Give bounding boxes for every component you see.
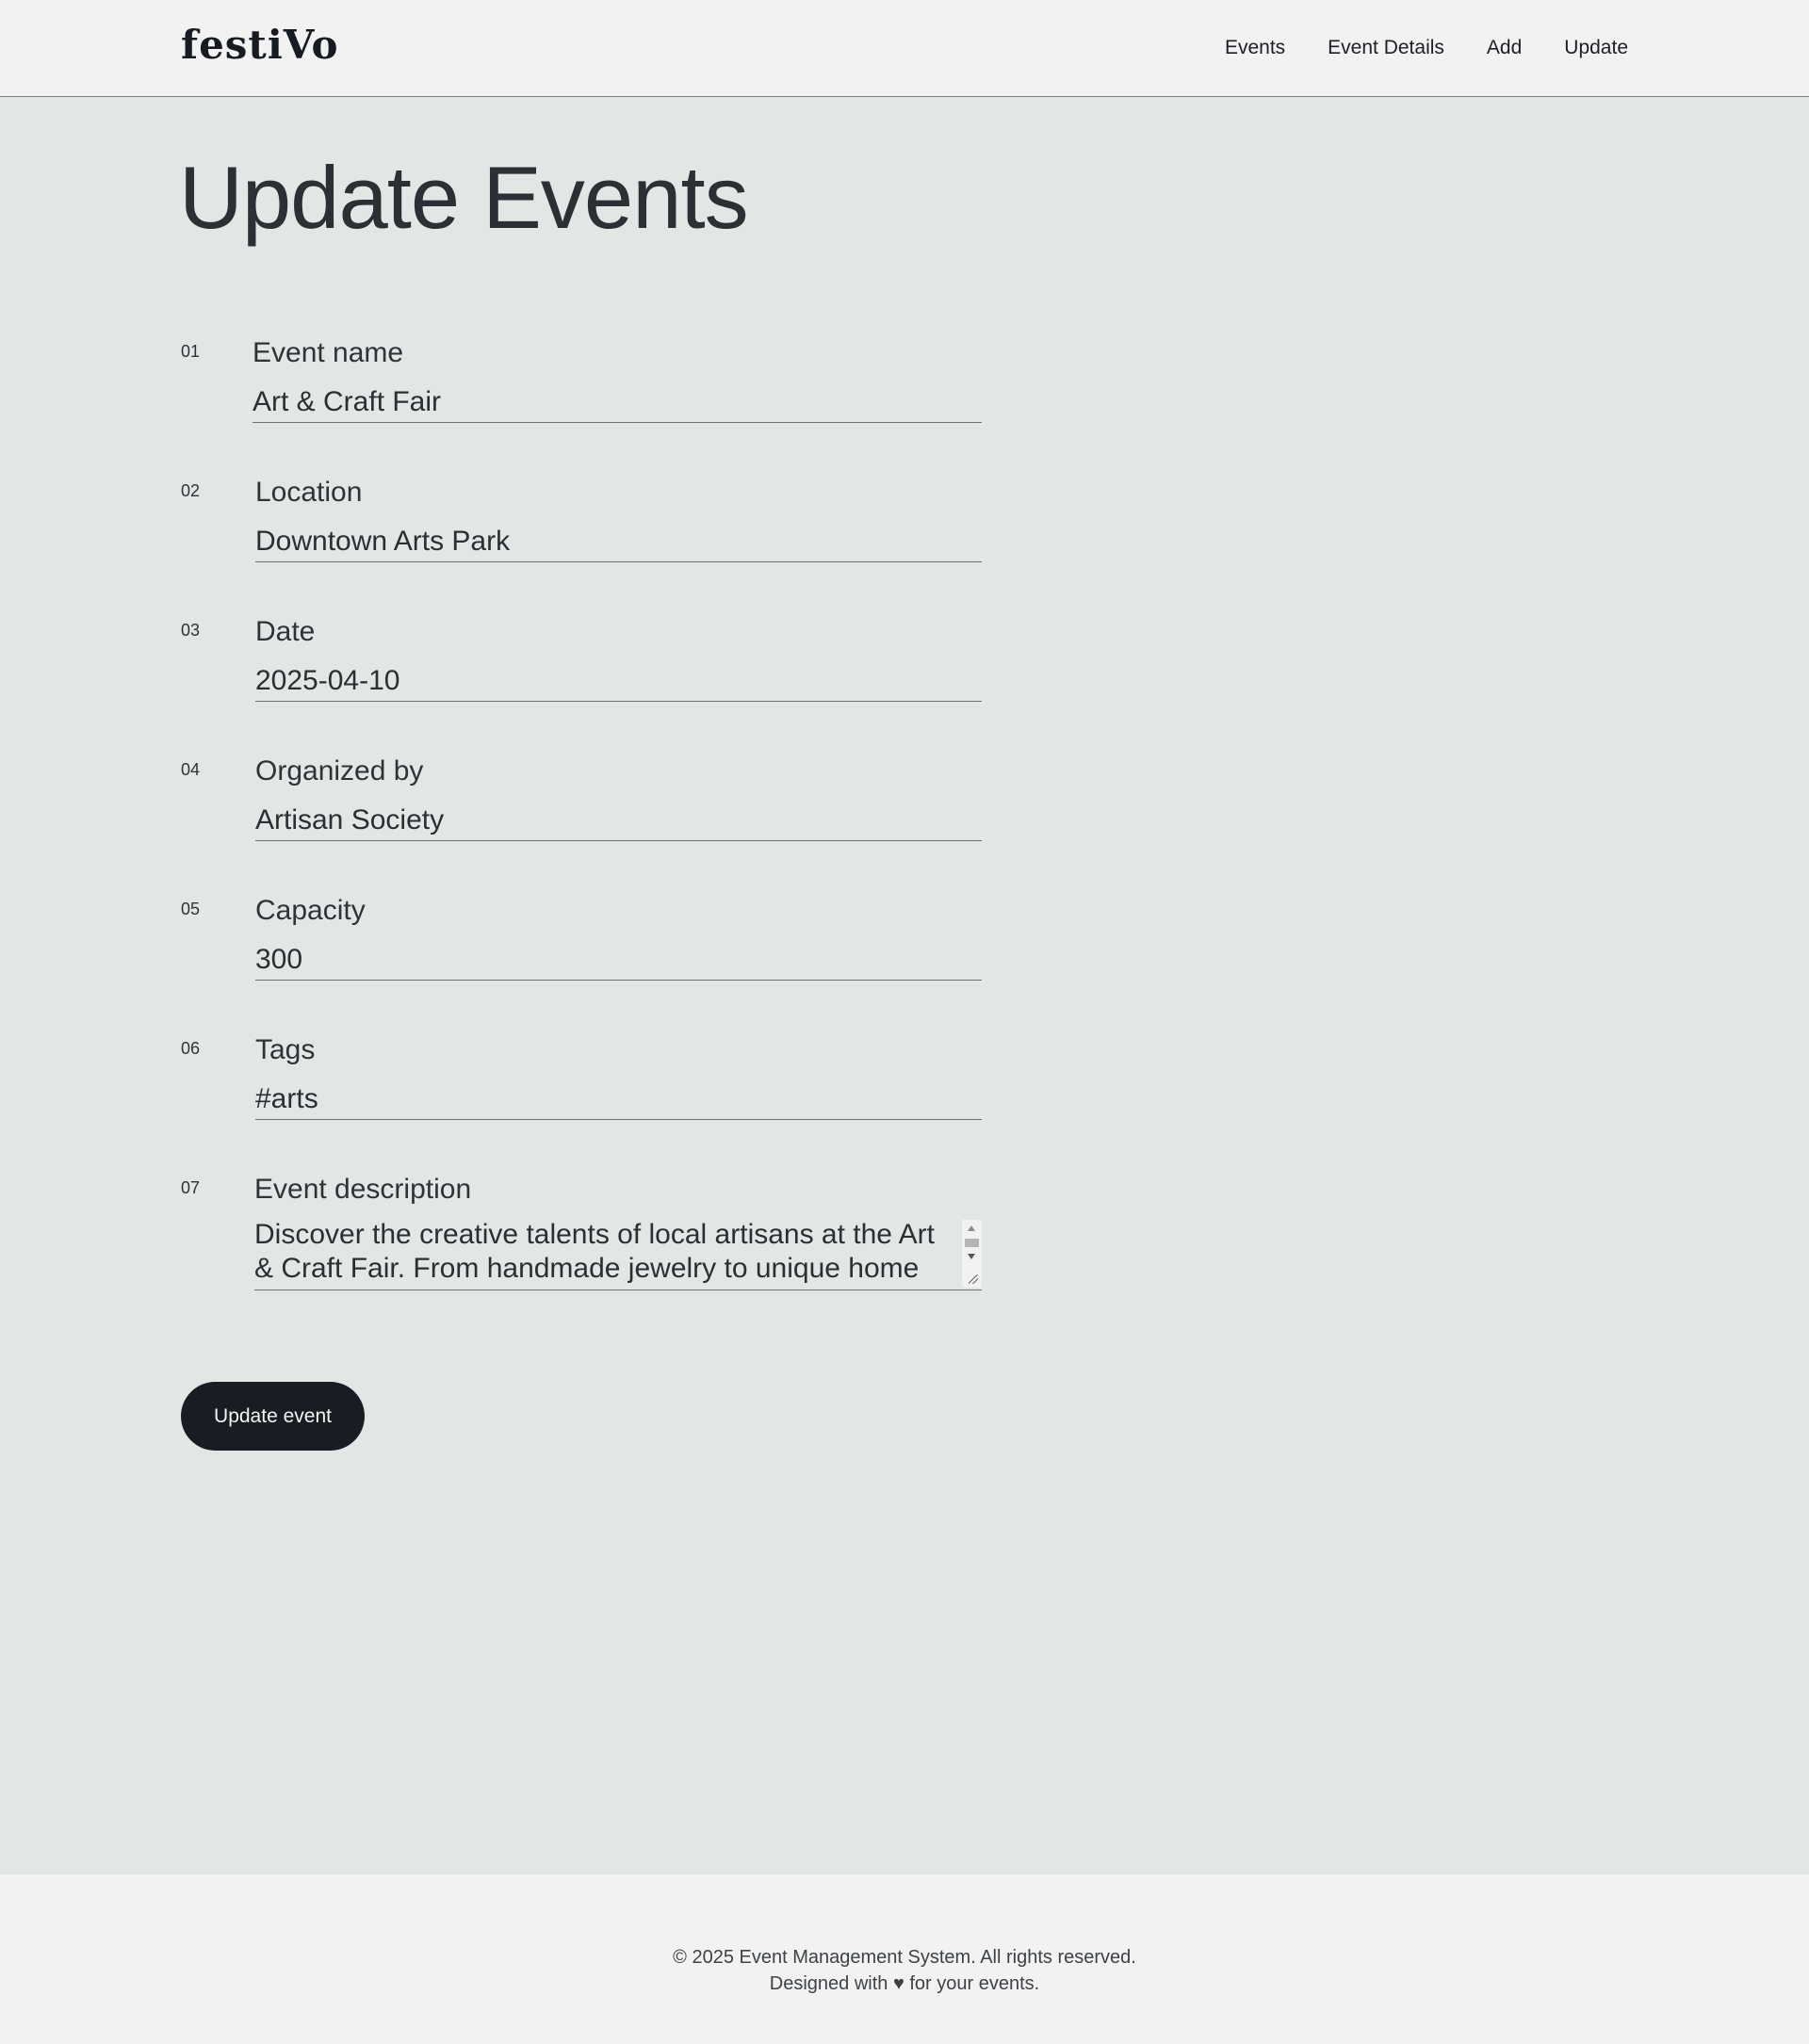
event-name-label: Event name bbox=[253, 337, 404, 368]
field-number: 03 bbox=[181, 621, 201, 640]
tags-input[interactable] bbox=[255, 1079, 982, 1120]
nav-update-link[interactable]: Update bbox=[1564, 34, 1628, 62]
nav-add-link[interactable]: Add bbox=[1487, 34, 1522, 62]
capacity-input[interactable] bbox=[255, 939, 982, 981]
brand-logo[interactable]: festiVo bbox=[181, 21, 339, 70]
location-input[interactable] bbox=[255, 521, 982, 562]
nav-events-link[interactable]: Events bbox=[1225, 34, 1285, 62]
field-number: 06 bbox=[181, 1039, 201, 1058]
site-footer: © 2025 Event Management System. All righ… bbox=[0, 1874, 1809, 2044]
tags-label: Tags bbox=[255, 1034, 316, 1065]
event-name-input[interactable] bbox=[253, 381, 982, 423]
textarea-scrollbar[interactable] bbox=[962, 1220, 982, 1288]
description-textarea[interactable]: Discover the creative talents of local a… bbox=[254, 1218, 982, 1290]
nav-event-details-link[interactable]: Event Details bbox=[1328, 34, 1444, 62]
description-label: Event description bbox=[254, 1174, 472, 1205]
location-label: Location bbox=[255, 477, 363, 508]
resize-grip-icon[interactable] bbox=[969, 1274, 978, 1284]
scroll-up-icon[interactable] bbox=[968, 1225, 975, 1231]
scroll-thumb[interactable] bbox=[965, 1239, 979, 1247]
date-label: Date bbox=[255, 616, 316, 647]
date-input[interactable] bbox=[255, 660, 982, 702]
field-number: 05 bbox=[181, 900, 201, 918]
field-number: 02 bbox=[181, 481, 201, 500]
organizer-input[interactable] bbox=[255, 800, 982, 841]
field-number: 01 bbox=[181, 342, 201, 361]
page-title: Update Events bbox=[179, 148, 749, 247]
scroll-down-icon[interactable] bbox=[968, 1254, 975, 1259]
organizer-label: Organized by bbox=[255, 755, 424, 787]
footer-copyright: © 2025 Event Management System. All righ… bbox=[673, 1947, 1136, 1968]
update-event-button[interactable]: Update event bbox=[181, 1382, 365, 1451]
site-header: festiVo Events Event Details Add Update bbox=[0, 0, 1809, 97]
main-nav: Events Event Details Add Update bbox=[1225, 34, 1628, 62]
footer-tagline: Designed with ♥ for your events. bbox=[769, 1973, 1040, 1994]
capacity-label: Capacity bbox=[255, 895, 366, 926]
field-number: 04 bbox=[181, 760, 201, 779]
field-number: 07 bbox=[181, 1178, 201, 1197]
